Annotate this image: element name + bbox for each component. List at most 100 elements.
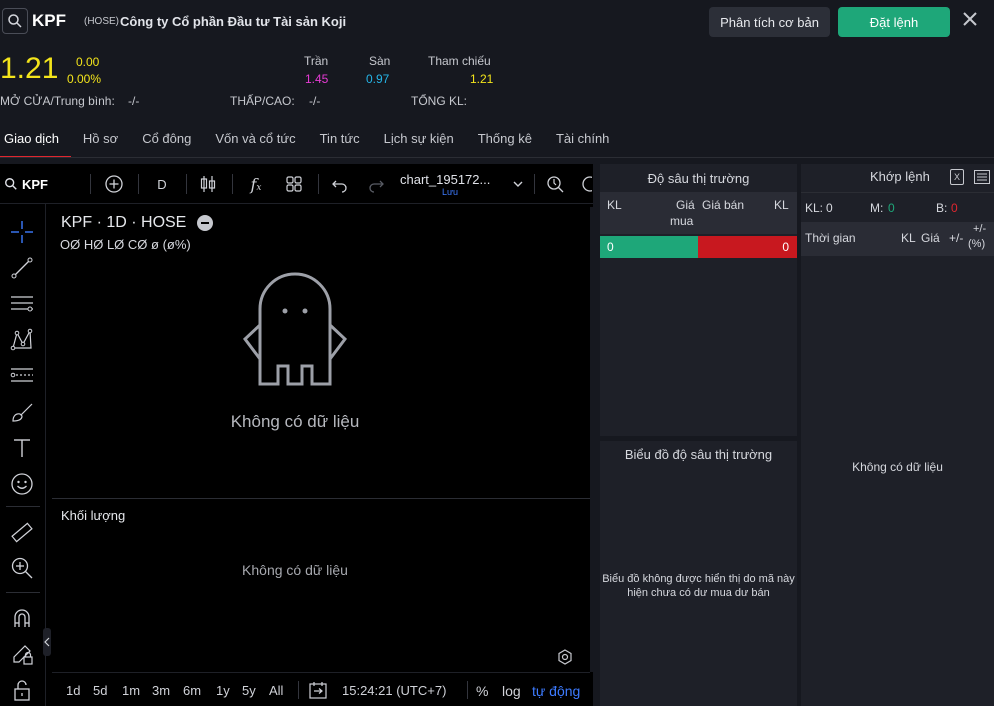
compare-add-icon[interactable] [100, 164, 128, 204]
search-icon [5, 178, 17, 190]
matched-volume-value: 0 [826, 201, 833, 215]
volume-pane[interactable]: Khối lượng Không có dữ liệu [52, 498, 590, 670]
volume-title: Khối lượng [61, 508, 126, 523]
tab-shareholders[interactable]: Cổ đông [142, 128, 191, 158]
redo-icon[interactable] [362, 164, 390, 204]
tab-capital-dividend[interactable]: Vốn và cổ tức [215, 128, 295, 158]
matched-table-header: Thời gian KL Giá +/- +/- (%) [801, 222, 994, 256]
horizontal-lines-icon[interactable] [8, 290, 36, 318]
tab-trading[interactable]: Giao dịch [0, 128, 71, 158]
last-price: 1.21 [0, 52, 59, 85]
range-5d[interactable]: 5d [93, 683, 107, 698]
volume-no-data-message: Không có dữ liệu [242, 562, 348, 578]
bottom-divider [298, 681, 299, 699]
indicators-icon[interactable]: fx [242, 164, 270, 204]
floor-value: 0.97 [366, 72, 390, 86]
go-to-date-icon[interactable] [308, 680, 328, 703]
col-volume: KL [901, 231, 916, 245]
symbol-search-text: KPF [22, 176, 48, 192]
search-button[interactable] [2, 8, 28, 34]
range-5y[interactable]: 5y [242, 683, 256, 698]
low-high-label: THẤP/CAO: [230, 94, 295, 108]
collapse-legend-icon[interactable] [197, 215, 213, 231]
crosshair-icon[interactable] [8, 218, 36, 246]
chevron-left-icon [44, 637, 50, 647]
text-tool-icon[interactable] [8, 434, 36, 462]
trend-line-icon[interactable] [8, 254, 36, 282]
tools-divider [6, 506, 40, 507]
range-3m[interactable]: 3m [152, 683, 170, 698]
fib-retracement-icon[interactable] [8, 362, 36, 390]
col-time: Thời gian [805, 231, 856, 245]
settings-partial-icon[interactable] [578, 164, 592, 204]
collapse-toolbar-button[interactable] [43, 628, 51, 656]
range-6m[interactable]: 6m [183, 683, 201, 698]
chart-toolbar: KPF D fx chart_195172... Lưu [0, 164, 593, 204]
close-icon[interactable] [960, 9, 980, 29]
pattern-icon[interactable] [8, 326, 36, 354]
ohlc-legend: OØ HØ LØ CØ ø (ø%) [60, 237, 191, 252]
log-toggle[interactable]: log [502, 683, 521, 699]
place-order-button[interactable]: Đặt lệnh [838, 7, 950, 37]
price-pane[interactable]: KPF · 1D · HOSE OØ HØ LØ CØ ø (ø%) Không… [52, 207, 590, 497]
tab-bar: Giao dịch Hồ sơ Cổ đông Vốn và cổ tức Ti… [0, 128, 633, 158]
company-name: Công ty Cổ phần Đầu tư Tài sản Koji [120, 14, 347, 29]
tools-divider [6, 592, 40, 593]
reference-value: 1.21 [470, 72, 494, 86]
matched-sell-label: B: [936, 201, 948, 215]
export-excel-icon[interactable]: X [950, 169, 964, 185]
range-all[interactable]: All [269, 683, 283, 698]
brush-icon[interactable] [8, 398, 36, 426]
fundamental-analysis-button[interactable]: Phân tích cơ bản [709, 7, 830, 37]
pane-settings-icon[interactable] [557, 649, 573, 668]
symbol-search-button[interactable]: KPF [4, 164, 54, 204]
market-depth-title: Độ sâu thị trường [647, 170, 750, 186]
col-buy-price-line2: mua [670, 214, 694, 228]
auto-scale-toggle[interactable]: tự động [532, 683, 580, 699]
sell-depth-bar: 0 [698, 236, 797, 258]
tab-financials[interactable]: Tài chính [556, 128, 609, 158]
market-depth-header: KL Giá mua Giá bán KL [600, 192, 797, 234]
layout-name: chart_195172... [400, 171, 491, 187]
emoji-icon[interactable] [8, 470, 36, 498]
lock-drawing-icon[interactable] [8, 640, 36, 668]
magnet-icon[interactable] [8, 604, 36, 632]
exchange-label: (HOSE) [84, 16, 119, 27]
zoom-in-icon[interactable] [8, 554, 36, 582]
quick-search-icon[interactable] [542, 164, 570, 204]
chart-title: KPF · 1D · HOSE [61, 214, 187, 231]
tab-news[interactable]: Tin tức [320, 128, 360, 158]
percent-toggle[interactable]: % [476, 683, 488, 699]
ruler-icon[interactable] [8, 518, 36, 546]
depth-chart-message: Biểu đồ không được hiển thị do mã này hi… [602, 573, 795, 599]
range-1m[interactable]: 1m [122, 683, 140, 698]
matched-buy-label: M: [870, 201, 884, 215]
col-buy-volume: KL [607, 198, 622, 212]
candlestick-icon[interactable] [194, 164, 222, 204]
tab-statistics[interactable]: Thống kê [478, 128, 532, 158]
interval-button[interactable]: D [148, 164, 176, 204]
reference-label: Tham chiếu [428, 54, 491, 68]
col-buy-price-line1: Giá [676, 198, 695, 212]
list-view-icon[interactable] [974, 170, 990, 187]
price-scale-divider [590, 207, 593, 672]
ceiling-label: Trần [304, 54, 329, 68]
open-avg-label: MỞ CỬA/Trung bình: [0, 94, 115, 108]
unlock-icon[interactable] [8, 676, 36, 704]
range-1y[interactable]: 1y [216, 683, 230, 698]
depth-chart-panel: Biểu đồ độ sâu thị trường Biểu đồ không … [600, 441, 797, 706]
matched-title: Khớp lệnh [870, 169, 930, 184]
depth-chart-title: Biểu đồ độ sâu thị trường [624, 447, 773, 462]
templates-grid-icon[interactable] [280, 164, 308, 204]
price-change-percent: 0.00% [67, 72, 102, 86]
tab-profile[interactable]: Hồ sơ [83, 128, 118, 158]
tab-events[interactable]: Lịch sự kiện [384, 128, 454, 158]
matched-volume-label: KL: [805, 201, 824, 215]
price-change: 0.00 [76, 55, 100, 69]
undo-icon[interactable] [326, 164, 354, 204]
no-data-message: Không có dữ liệu [230, 412, 360, 431]
layout-save-button[interactable]: chart_195172... Lưu [400, 164, 504, 204]
range-1d[interactable]: 1d [66, 683, 80, 698]
chevron-down-icon[interactable] [508, 164, 528, 204]
clock[interactable]: 15:24:21 (UTC+7) [342, 683, 446, 698]
